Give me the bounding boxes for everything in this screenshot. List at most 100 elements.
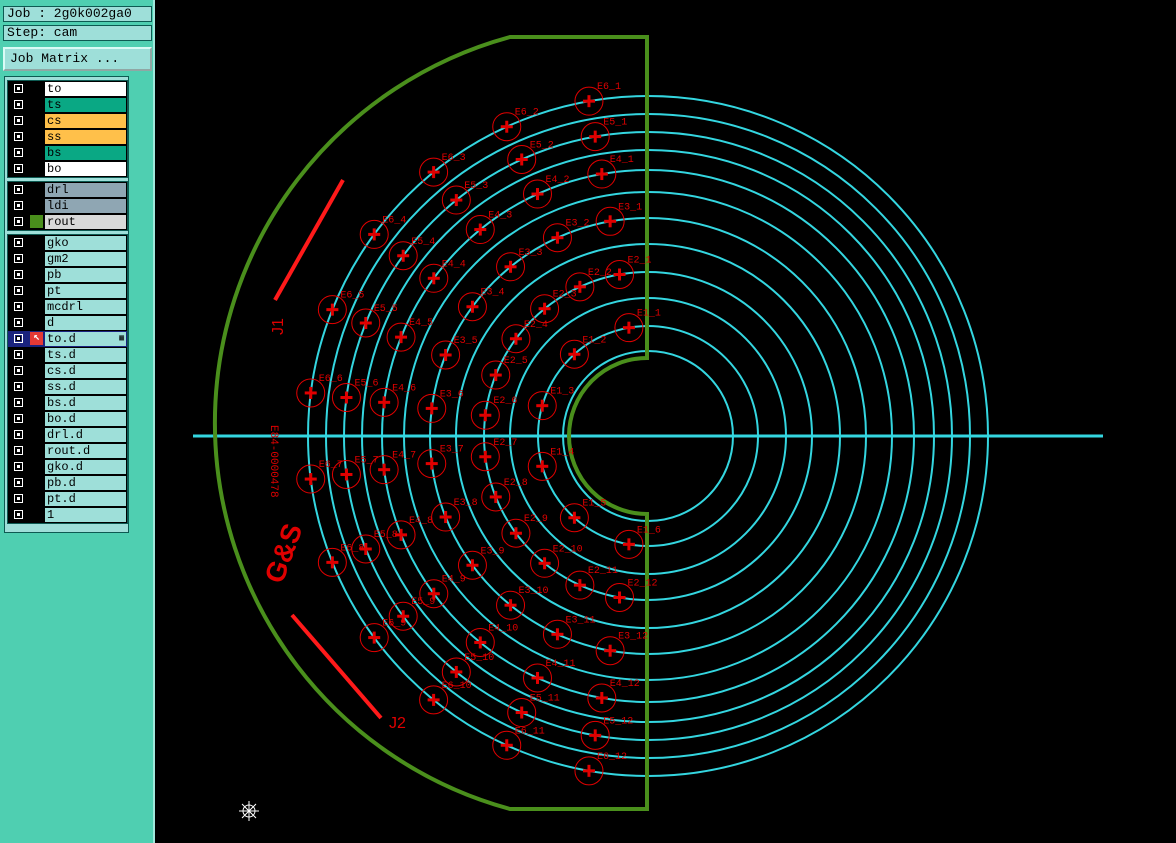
layer-name[interactable]: ts.d — [45, 348, 126, 362]
layer-checkbox[interactable] — [14, 185, 23, 194]
layer-checkbox[interactable] — [14, 366, 23, 375]
layer-row[interactable]: drl — [8, 182, 127, 198]
layer-name[interactable]: gko.d — [45, 460, 126, 474]
graphics-canvas[interactable]: E1_1 E1_2 E1_3 E1_4 E1_5 E1_6 E2_1 E2_2 E2_3 E2_4… — [157, 0, 1176, 843]
layer-row[interactable]: bo — [8, 161, 127, 177]
layer-name[interactable]: cs.d — [45, 364, 126, 378]
layer-row[interactable]: bo.d — [8, 411, 127, 427]
layer-row[interactable]: d — [8, 315, 127, 331]
layer-row[interactable]: bs.d — [8, 395, 127, 411]
layer-name[interactable]: ss.d — [45, 380, 126, 394]
layer-checkbox[interactable] — [14, 164, 23, 173]
layer-menu-icon[interactable]: ▦ — [119, 335, 124, 343]
layer-name[interactable]: d — [45, 316, 126, 330]
layer-name[interactable]: to — [45, 82, 126, 96]
layer-checkbox[interactable] — [14, 286, 23, 295]
layer-checkbox[interactable] — [14, 116, 23, 125]
layer-checkbox[interactable] — [14, 334, 23, 343]
layer-name[interactable]: cs — [45, 114, 126, 128]
layer-checkbox[interactable] — [14, 446, 23, 455]
layer-row[interactable]: pt.d — [8, 491, 127, 507]
job-matrix-button[interactable]: Job Matrix ... — [3, 47, 152, 71]
layer-row[interactable]: gko.d — [8, 459, 127, 475]
layer-row[interactable]: gm2 — [8, 251, 127, 267]
layer-row[interactable]: to — [8, 81, 127, 97]
pad-label: E3_12 — [618, 632, 648, 643]
layer-name[interactable]: pt — [45, 284, 126, 298]
layer-checkbox[interactable] — [14, 398, 23, 407]
pad-label: E2_12 — [628, 579, 658, 590]
layer-row[interactable]: ss — [8, 129, 127, 145]
layer-checkbox[interactable] — [14, 148, 23, 157]
layer-checkbox[interactable] — [14, 302, 23, 311]
layer-name[interactable]: bo — [45, 162, 126, 176]
layer-name[interactable]: ts — [45, 98, 126, 112]
pad-label: E3_6 — [440, 389, 464, 400]
layer-name[interactable]: gko — [45, 236, 126, 250]
pad-label: E2_6 — [493, 396, 517, 407]
layer-checkbox[interactable] — [14, 350, 23, 359]
layer-row[interactable]: ↖ to.d ▦ — [8, 331, 127, 347]
layer-name[interactable]: ldi — [45, 199, 126, 213]
pad-label: E6_7 — [319, 460, 343, 471]
layer-checkbox[interactable] — [14, 462, 23, 471]
layer-checkbox[interactable] — [14, 217, 23, 226]
layer-row[interactable]: cs — [8, 113, 127, 129]
layer-checkbox[interactable] — [14, 382, 23, 391]
pad-label: E5_2 — [530, 140, 554, 151]
layer-checkbox[interactable] — [14, 254, 23, 263]
pad-label: E5_11 — [530, 694, 560, 705]
layer-row[interactable]: pt — [8, 283, 127, 299]
board-view: E1_1 E1_2 E1_3 E1_4 E1_5 E1_6 E2_1 E2_2 E2_3 E2_4… — [193, 35, 1103, 811]
pad-label: E1_4 — [550, 447, 574, 458]
layer-checkbox[interactable] — [14, 494, 23, 503]
layer-row[interactable]: ldi — [8, 198, 127, 214]
layer-name[interactable]: rout.d — [45, 444, 126, 458]
layer-row[interactable]: gko — [8, 235, 127, 251]
layer-row[interactable]: pb.d — [8, 475, 127, 491]
layer-name[interactable]: pb — [45, 268, 126, 282]
layer-checkbox[interactable] — [14, 132, 23, 141]
layer-row[interactable]: ts.d — [8, 347, 127, 363]
layer-checkbox[interactable] — [14, 201, 23, 210]
pad-label: E5_6 — [354, 379, 378, 390]
layer-row[interactable]: ss.d — [8, 379, 127, 395]
layer-checkbox[interactable] — [14, 270, 23, 279]
pad-label: E3_2 — [565, 219, 589, 230]
layer-name[interactable]: pt.d — [45, 492, 126, 506]
layer-name[interactable]: mcdrl — [45, 300, 126, 314]
layer-row[interactable]: rout.d — [8, 443, 127, 459]
layer-checkbox[interactable] — [14, 430, 23, 439]
layer-name[interactable]: 1 — [45, 508, 126, 522]
layer-name[interactable]: pb.d — [45, 476, 126, 490]
layer-row[interactable]: mcdrl — [8, 299, 127, 315]
layer-checkbox[interactable] — [14, 318, 23, 327]
layer-row[interactable]: rout — [8, 214, 127, 230]
pad-label: E1_1 — [637, 309, 661, 320]
layer-name[interactable]: drl — [45, 183, 126, 197]
layer-row[interactable]: drl.d — [8, 427, 127, 443]
layer-name[interactable]: rout — [45, 215, 126, 229]
layer-name[interactable]: bo.d — [45, 412, 126, 426]
layer-group: gko gm2 pb pt mcdrl d ↖ to.d ▦ ts.d cs.d ss.d bs.d bo… — [7, 234, 128, 524]
layer-name[interactable]: to.d ▦ — [45, 332, 126, 346]
layer-row[interactable]: ts — [8, 97, 127, 113]
layer-row[interactable]: cs.d — [8, 363, 127, 379]
layer-name[interactable]: ss — [45, 130, 126, 144]
layer-checkbox[interactable] — [14, 478, 23, 487]
layer-checkbox[interactable] — [14, 84, 23, 93]
pad-label: E4_7 — [392, 451, 416, 462]
pad-label: E4_2 — [545, 175, 569, 186]
layer-row[interactable]: pb — [8, 267, 127, 283]
layer-row[interactable]: 1 — [8, 507, 127, 523]
layer-name[interactable]: bs — [45, 146, 126, 160]
layer-checkbox[interactable] — [14, 238, 23, 247]
layer-checkbox[interactable] — [14, 510, 23, 519]
layer-checkbox[interactable] — [14, 100, 23, 109]
pad-label: E3_1 — [618, 202, 642, 213]
layer-name[interactable]: bs.d — [45, 396, 126, 410]
layer-name[interactable]: gm2 — [45, 252, 126, 266]
layer-checkbox[interactable] — [14, 414, 23, 423]
layer-name[interactable]: drl.d — [45, 428, 126, 442]
layer-row[interactable]: bs — [8, 145, 127, 161]
